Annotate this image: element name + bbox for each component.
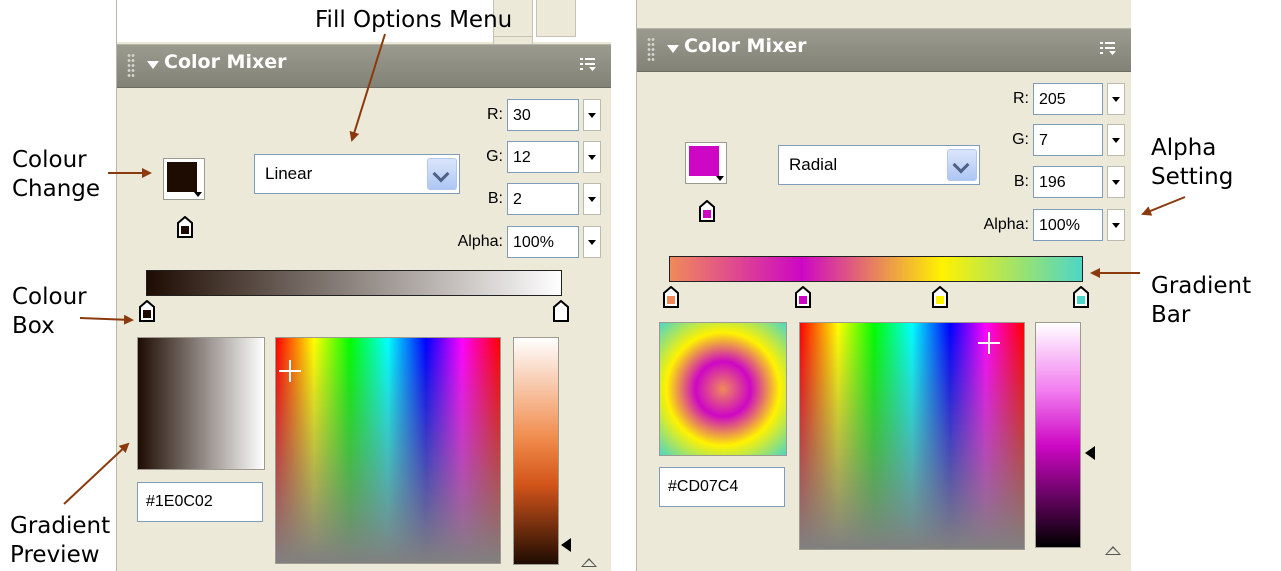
arrow-alpha-setting <box>1141 196 1186 216</box>
arrow-fill-options-menu <box>349 33 386 142</box>
annotation-arrows <box>63 33 1186 505</box>
arrow-gradient-preview <box>63 442 130 505</box>
arrow-colour-box <box>79 314 134 325</box>
